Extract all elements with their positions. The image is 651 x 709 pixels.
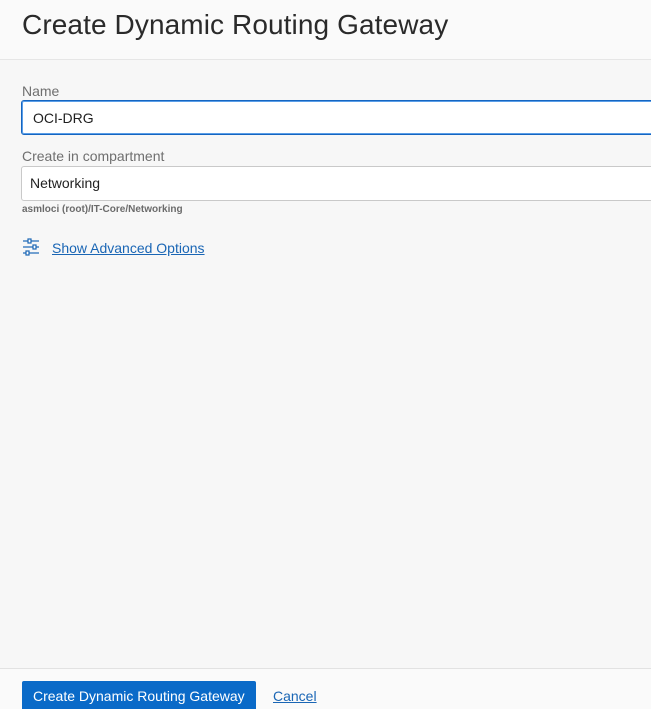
name-label: Name — [22, 83, 60, 99]
panel-header: Create Dynamic Routing Gateway — [0, 0, 651, 60]
sliders-icon[interactable] — [22, 238, 40, 256]
compartment-label: Create in compartment — [22, 148, 165, 164]
show-advanced-options-link[interactable]: Show Advanced Options — [52, 240, 205, 256]
create-drg-panel: Create Dynamic Routing Gateway Name Crea… — [0, 0, 651, 709]
compartment-path: asmloci (root)/IT-Core/Networking — [22, 204, 183, 215]
page-title: Create Dynamic Routing Gateway — [22, 9, 449, 40]
panel-footer: Create Dynamic Routing Gateway Cancel — [0, 668, 651, 709]
compartment-selected-value: Networking — [30, 175, 101, 191]
name-input[interactable] — [21, 100, 651, 135]
create-drg-button[interactable]: Create Dynamic Routing Gateway — [22, 681, 256, 709]
compartment-select[interactable]: Networking — [21, 166, 651, 201]
cancel-link[interactable]: Cancel — [273, 688, 317, 704]
